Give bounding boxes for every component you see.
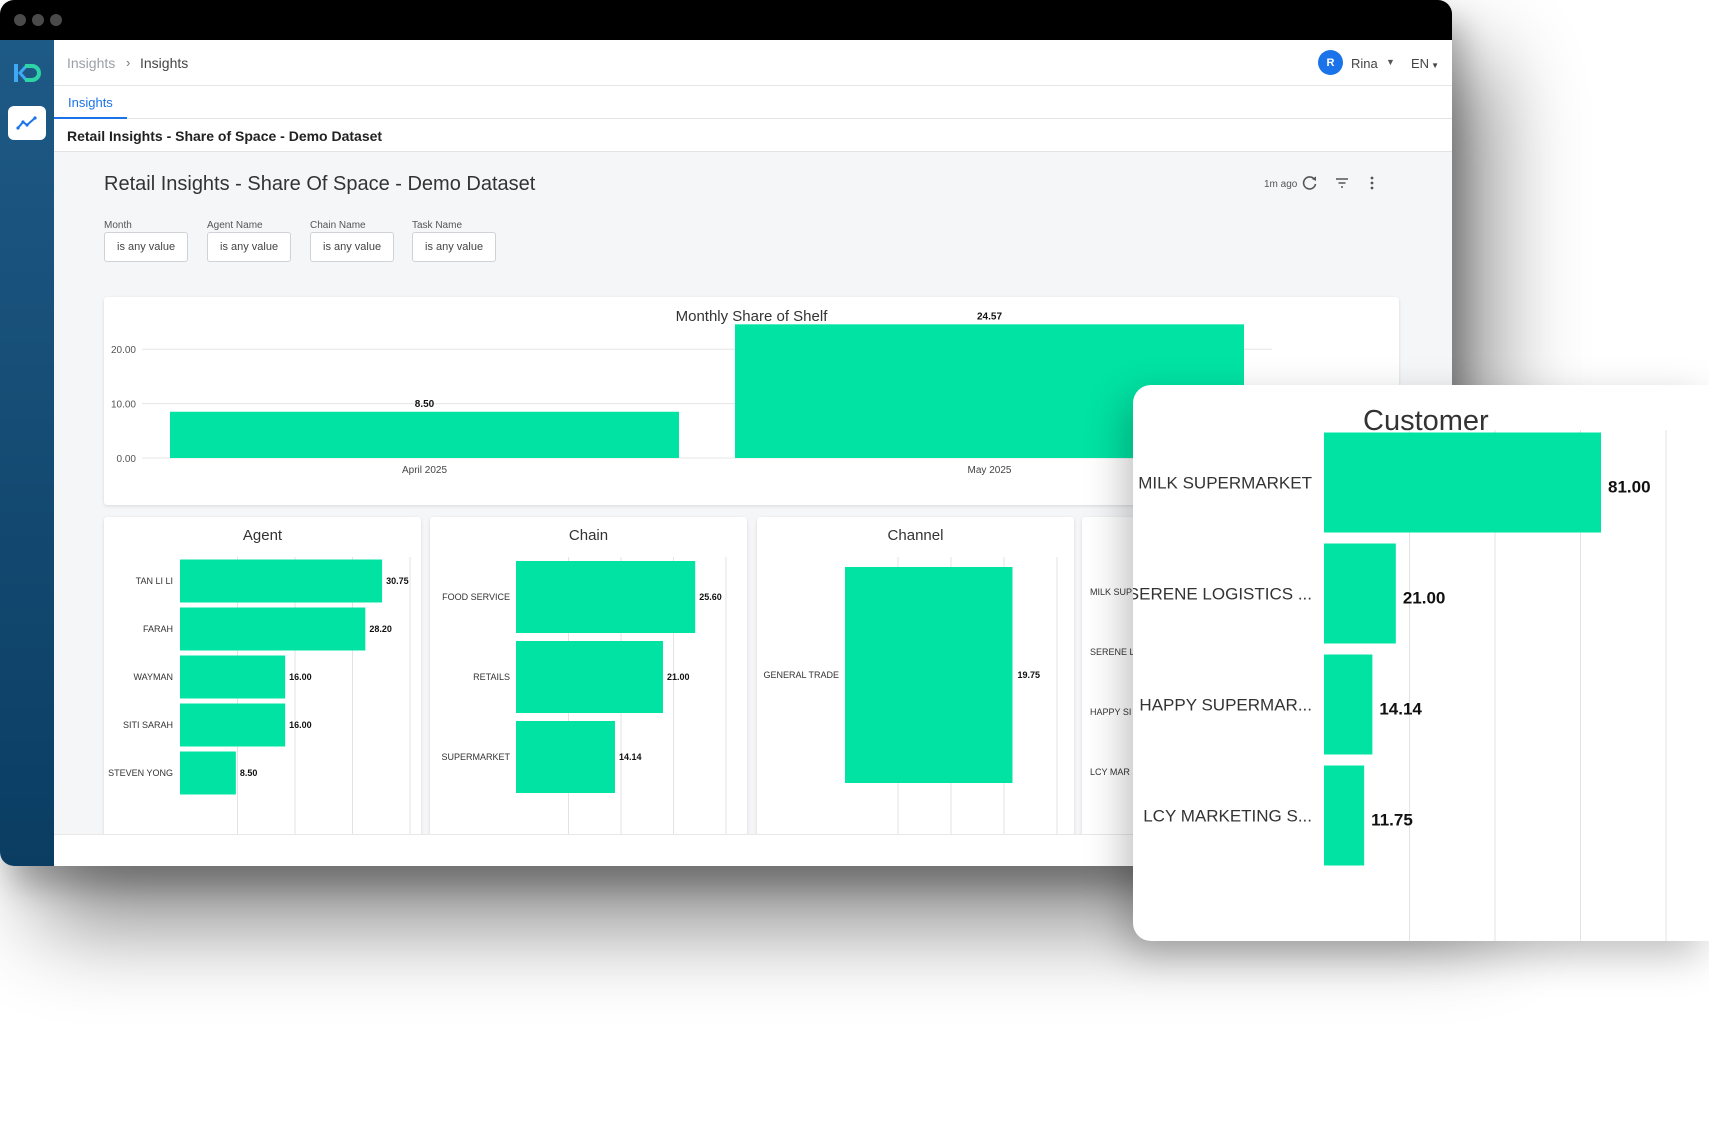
data-label: 21.00 xyxy=(1403,588,1446,607)
y-tick-label: 0.00 xyxy=(117,454,137,465)
language-selector[interactable]: EN ▼ xyxy=(1411,56,1439,71)
customer-zoom-card: Customer MILK SUPERMARKET 81.00 SERENE LOG… xyxy=(1133,385,1709,941)
bar xyxy=(1324,432,1602,533)
chevron-right-icon: › xyxy=(126,55,131,70)
data-label: 30.75 xyxy=(386,576,409,586)
data-label: 21.00 xyxy=(667,672,690,682)
category-label: FOOD SERVICE xyxy=(442,592,510,602)
category-label: STEVEN YONG xyxy=(108,768,173,778)
category-label: SERENE LOGISTICS ... xyxy=(1133,584,1312,603)
insights-chart-icon xyxy=(16,116,37,130)
data-label: 11.75 xyxy=(1371,810,1413,829)
bar xyxy=(516,561,696,633)
category-label: SUPERMARKET xyxy=(441,752,510,762)
refresh-icon[interactable] xyxy=(1301,174,1319,192)
category-label: RETAILS xyxy=(473,672,510,682)
channel-chart: GENERAL TRADE 19.75 xyxy=(763,557,1058,847)
logo-icon[interactable] xyxy=(13,62,41,84)
customer-chart: MILK SUPERMARKET 81.00 SERENE LOGISTICS ..… xyxy=(1133,430,1667,941)
minimize-window-icon[interactable] xyxy=(32,14,44,26)
category-label: LCY MAR xyxy=(1090,767,1130,777)
stage: Insights › Insights R Rina ▼ EN ▼ Insight… xyxy=(0,0,1709,1128)
sidebar xyxy=(0,40,54,866)
x-tick-label: April 2025 xyxy=(402,465,447,476)
data-label: 16.00 xyxy=(289,672,312,682)
data-label: 14.14 xyxy=(1379,699,1422,718)
category-label: SITI SARAH xyxy=(123,720,173,730)
filter-task[interactable]: is any value xyxy=(412,232,497,262)
data-label: 28.20 xyxy=(369,624,392,634)
close-window-icon[interactable] xyxy=(14,14,26,26)
category-label: MILK SUPERMARKET xyxy=(1138,473,1312,492)
filter-label-agent: Agent Name xyxy=(207,220,263,231)
more-vert-icon[interactable] xyxy=(1363,174,1381,192)
language-label: EN xyxy=(1411,56,1430,71)
x-tick-label: May 2025 xyxy=(968,465,1012,476)
bar xyxy=(180,559,383,603)
data-label: 16.00 xyxy=(289,720,312,730)
maximize-window-icon[interactable] xyxy=(50,14,62,26)
breadcrumb-parent[interactable]: Insights xyxy=(67,55,115,71)
user-name[interactable]: Rina xyxy=(1351,56,1378,71)
data-label: 25.60 xyxy=(699,592,722,602)
caret-down-icon: ▼ xyxy=(1431,61,1439,70)
filter-month[interactable]: is any value xyxy=(104,232,189,262)
bar xyxy=(516,721,615,793)
filter-label-task: Task Name xyxy=(412,220,463,231)
window-titlebar xyxy=(0,0,1452,40)
filter-label-month: Month xyxy=(104,220,132,231)
breadcrumb-current: Insights xyxy=(140,55,189,71)
category-label: MILK SUP xyxy=(1090,587,1132,597)
y-tick-label: 20.00 xyxy=(111,345,136,356)
category-label: WAYMAN xyxy=(134,672,174,682)
filter-icon[interactable] xyxy=(1333,174,1351,192)
nav-insights-button[interactable] xyxy=(8,106,46,140)
top-bar: Insights › Insights R Rina ▼ EN ▼ xyxy=(54,40,1452,86)
filter-chain[interactable]: is any value xyxy=(310,232,395,262)
dashboard-title: Retail Insights - Share Of Space - Demo … xyxy=(104,173,536,195)
channel-card: Channel GENERAL TRADE 19.75 xyxy=(757,517,1074,847)
chain-chart: FOOD SERVICE 25.60 RETAILS 21.00 SUPERMARKET… xyxy=(441,557,727,847)
category-label: FARAH xyxy=(143,624,173,634)
caret-down-icon[interactable]: ▼ xyxy=(1386,57,1395,67)
agent-chart: TAN LI LI 30.75 FARAH 28.20 WAYMAN 16.00 SITI … xyxy=(108,557,411,847)
bar xyxy=(845,567,1013,783)
bar xyxy=(180,607,366,651)
data-label: 8.50 xyxy=(415,399,435,410)
bar xyxy=(1324,543,1396,644)
bar xyxy=(180,655,286,699)
category-label: LCY MARKETING S... xyxy=(1143,806,1312,825)
data-label: 8.50 xyxy=(240,768,258,778)
chain-card: Chain FOOD SERVICE 25.60 RETAILS 21.00 SUPER… xyxy=(430,517,747,847)
filter-label-chain: Chain Name xyxy=(310,220,366,231)
y-tick-label: 10.00 xyxy=(111,400,136,411)
filter-agent[interactable]: is any value xyxy=(207,232,292,262)
bar xyxy=(1324,765,1365,866)
avatar[interactable]: R xyxy=(1318,50,1343,75)
data-label: 81.00 xyxy=(1608,477,1651,496)
data-label: 19.75 xyxy=(1017,670,1040,680)
agent-card: Agent TAN LI LI 30.75 FARAH 28.20 WAYMAN 16.0… xyxy=(104,517,421,847)
bar xyxy=(180,703,286,747)
bar xyxy=(516,641,663,713)
category-label: HAPPY SI xyxy=(1090,707,1131,717)
bar xyxy=(170,411,679,458)
category-label: HAPPY SUPERMAR... xyxy=(1139,695,1312,714)
category-label: SERENE L xyxy=(1090,647,1135,657)
data-label: 14.14 xyxy=(619,752,642,762)
tab-bar: Insights xyxy=(54,86,1452,119)
category-label: TAN LI LI xyxy=(136,576,173,586)
category-label: GENERAL TRADE xyxy=(763,670,839,680)
data-label: 24.57 xyxy=(977,311,1002,322)
tab-insights[interactable]: Insights xyxy=(54,86,127,119)
last-updated: 1m ago xyxy=(1264,179,1298,190)
bar xyxy=(180,751,236,795)
page-title: Retail Insights - Share of Space - Demo … xyxy=(67,128,383,144)
bar xyxy=(1324,654,1373,755)
page-title-bar: Retail Insights - Share of Space - Demo … xyxy=(54,119,1452,152)
